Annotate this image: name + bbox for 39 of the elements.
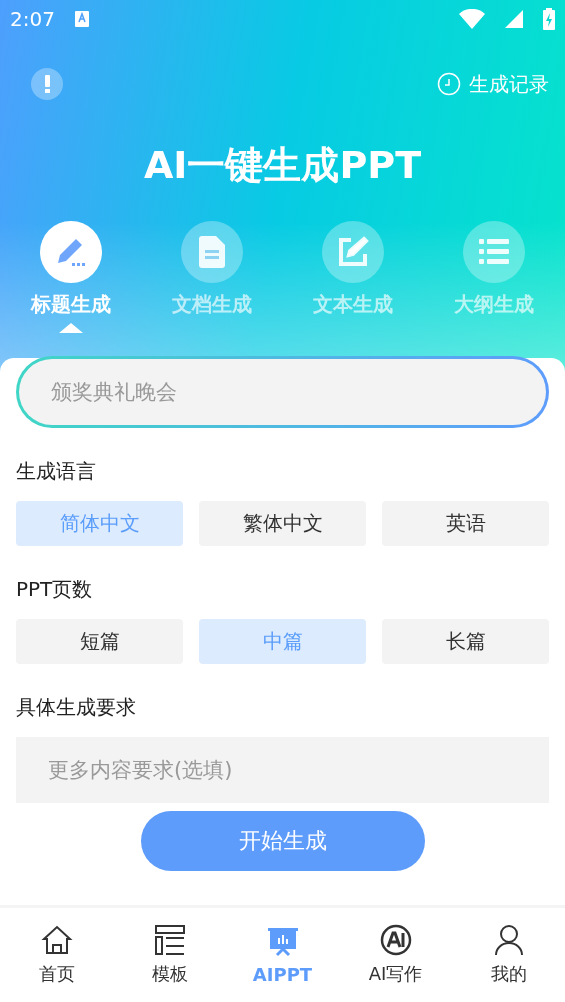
nav-item[interactable]: AI写作 xyxy=(339,908,452,1002)
language-option[interactable]: 英语 xyxy=(382,501,549,546)
topic-field[interactable]: 颁奖典礼晚会 xyxy=(16,356,549,428)
requirements-field[interactable]: 更多内容要求(选填) xyxy=(16,737,549,803)
section-label: 生成语言 xyxy=(16,458,97,485)
keyboard-icon xyxy=(74,11,89,27)
section-label: 具体生成要求 xyxy=(16,694,137,721)
language-option[interactable]: 繁体中文 xyxy=(199,501,366,546)
mode-tab[interactable]: 文档生成 xyxy=(141,221,283,329)
length-option[interactable]: 短篇 xyxy=(16,619,183,664)
user-icon xyxy=(492,924,525,956)
edit-icon xyxy=(337,236,370,268)
exclamation-icon xyxy=(44,75,50,93)
nav-item[interactable]: 模板 xyxy=(113,908,226,1002)
ai-icon xyxy=(379,924,412,956)
wifi-icon xyxy=(459,9,485,29)
history-link[interactable]: 生成记录 xyxy=(437,70,549,98)
presentation-icon xyxy=(266,925,299,958)
battery-icon xyxy=(543,8,555,30)
start-button[interactable]: 开始生成 xyxy=(140,811,425,871)
document-icon xyxy=(198,236,225,268)
nav-item[interactable]: 我的 xyxy=(452,908,565,1002)
status-time: 2:07 xyxy=(10,7,55,31)
nav-item[interactable]: 首页 xyxy=(0,908,113,1002)
template-icon xyxy=(153,924,186,956)
mode-tab[interactable]: 标题生成 xyxy=(0,221,142,329)
nav-item[interactable]: AIPPT xyxy=(226,908,339,1002)
mode-tab[interactable]: 文本生成 xyxy=(282,221,424,329)
info-button[interactable] xyxy=(31,68,63,100)
page-title: AI一键生成PPT xyxy=(142,142,423,189)
section-label: PPT页数 xyxy=(16,576,94,603)
length-option[interactable]: 中篇 xyxy=(199,619,366,664)
list-icon xyxy=(479,239,510,265)
tab-pointer xyxy=(58,323,83,333)
home-icon xyxy=(40,924,73,956)
clock-icon xyxy=(437,72,461,96)
signal-icon xyxy=(505,10,523,28)
length-option[interactable]: 长篇 xyxy=(382,619,549,664)
language-option[interactable]: 简体中文 xyxy=(16,501,183,546)
